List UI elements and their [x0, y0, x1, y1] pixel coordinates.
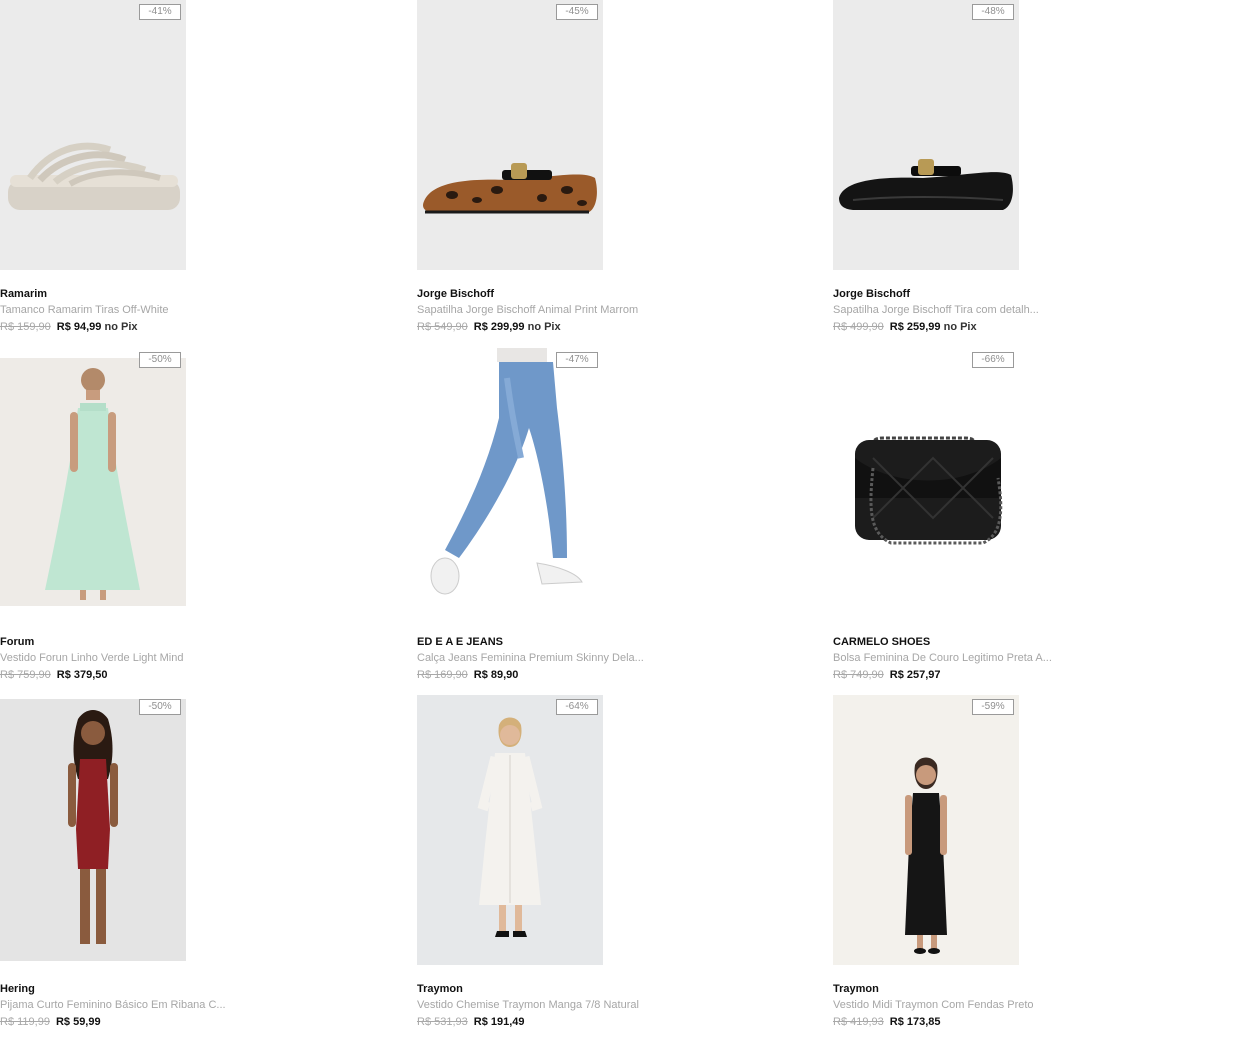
discount-badge: -64%	[556, 699, 598, 715]
price-row: R$ 549,90 R$ 299,99 no Pix	[417, 321, 561, 333]
product-image[interactable]	[0, 0, 186, 270]
old-price: R$ 759,90	[0, 669, 51, 681]
price-row: R$ 531,93 R$ 191,49	[417, 1016, 525, 1028]
sale-price: R$ 89,90	[473, 669, 519, 681]
brand-name[interactable]: Ramarim	[0, 288, 47, 300]
product-image[interactable]	[0, 699, 186, 961]
product-name[interactable]: Bolsa Feminina De Couro Legitimo Preta A…	[833, 652, 1052, 664]
product-name[interactable]: Calça Jeans Feminina Premium Skinny Dela…	[417, 652, 644, 664]
product-image[interactable]	[417, 348, 603, 618]
discount-badge: -47%	[556, 352, 598, 368]
brand-name[interactable]: ED E A E JEANS	[417, 636, 503, 648]
old-price: R$ 549,90	[417, 321, 468, 333]
discount-badge: -41%	[139, 4, 181, 20]
sale-price: R$ 259,99	[889, 321, 941, 333]
brand-name[interactable]: Hering	[0, 983, 35, 995]
product-name[interactable]: Vestido Midi Traymon Com Fendas Preto	[833, 999, 1034, 1011]
product-name[interactable]: Vestido Forun Linho Verde Light Mind	[0, 652, 183, 664]
brand-name[interactable]: CARMELO SHOES	[833, 636, 930, 648]
sale-price: R$ 59,99	[55, 1016, 101, 1028]
sale-price: R$ 173,85	[889, 1016, 941, 1028]
price-row: R$ 169,90 R$ 89,90	[417, 669, 518, 681]
old-price: R$ 419,93	[833, 1016, 884, 1028]
price-row: R$ 119,99 R$ 59,99	[0, 1016, 101, 1028]
sale-price: R$ 299,99	[473, 321, 525, 333]
product-name[interactable]: Pijama Curto Feminino Básico Em Ribana C…	[0, 999, 226, 1011]
product-image[interactable]	[417, 695, 603, 965]
old-price: R$ 119,99	[0, 1016, 50, 1028]
product-name[interactable]: Sapatilha Jorge Bischoff Animal Print Ma…	[417, 304, 638, 316]
old-price: R$ 169,90	[417, 669, 468, 681]
old-price: R$ 499,90	[833, 321, 884, 333]
discount-badge: -59%	[972, 699, 1014, 715]
price-row: R$ 749,90 R$ 257,97	[833, 669, 941, 681]
brand-name[interactable]: Jorge Bischoff	[833, 288, 910, 300]
brand-name[interactable]: Traymon	[833, 983, 879, 995]
sale-price: R$ 257,97	[889, 669, 941, 681]
product-image[interactable]	[833, 695, 1019, 965]
old-price: R$ 749,90	[833, 669, 884, 681]
pix-label: no Pix	[943, 321, 977, 333]
product-image[interactable]	[833, 0, 1019, 270]
old-price: R$ 159,90	[0, 321, 51, 333]
pix-label: no Pix	[104, 321, 138, 333]
discount-badge: -48%	[972, 4, 1014, 20]
product-image[interactable]	[417, 0, 603, 270]
brand-name[interactable]: Traymon	[417, 983, 463, 995]
discount-badge: -50%	[139, 699, 181, 715]
price-row: R$ 159,90 R$ 94,99 no Pix	[0, 321, 138, 333]
product-name[interactable]: Vestido Chemise Traymon Manga 7/8 Natura…	[417, 999, 639, 1011]
sale-price: R$ 379,50	[56, 669, 108, 681]
discount-badge: -50%	[139, 352, 181, 368]
product-image[interactable]	[0, 358, 186, 606]
product-name[interactable]: Tamanco Ramarim Tiras Off-White	[0, 304, 169, 316]
discount-badge: -45%	[556, 4, 598, 20]
price-row: R$ 759,90 R$ 379,50	[0, 669, 108, 681]
sale-price: R$ 94,99	[56, 321, 102, 333]
old-price: R$ 531,93	[417, 1016, 468, 1028]
discount-badge: -66%	[972, 352, 1014, 368]
product-image[interactable]	[833, 348, 1019, 618]
product-name[interactable]: Sapatilha Jorge Bischoff Tira com detalh…	[833, 304, 1039, 316]
price-row: R$ 499,90 R$ 259,99 no Pix	[833, 321, 977, 333]
brand-name[interactable]: Jorge Bischoff	[417, 288, 494, 300]
price-row: R$ 419,93 R$ 173,85	[833, 1016, 941, 1028]
sale-price: R$ 191,49	[473, 1016, 525, 1028]
brand-name[interactable]: Forum	[0, 636, 34, 648]
pix-label: no Pix	[527, 321, 561, 333]
